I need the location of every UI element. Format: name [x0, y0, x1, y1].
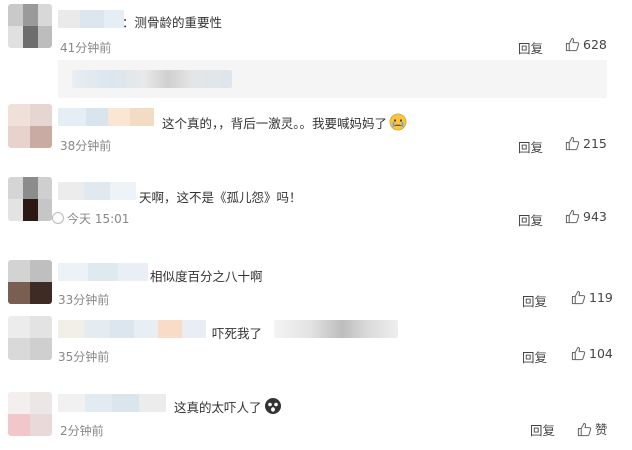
comment-text: 相似度百分之八十啊 [150, 269, 263, 284]
reply-button[interactable]: 回复 [518, 137, 543, 156]
like-button[interactable]: 628 [565, 37, 607, 52]
thumbs-up-icon [571, 346, 586, 361]
crying-emoji-icon [389, 113, 407, 131]
blurred-content [274, 320, 398, 338]
like-count: 赞 [595, 422, 608, 437]
like-count: 215 [583, 136, 607, 151]
comment-text: 吓死我了 [212, 326, 263, 341]
comment-time: 41分钟前 [60, 41, 112, 55]
reply-button[interactable]: 回复 [518, 38, 543, 57]
avatar[interactable] [8, 4, 52, 48]
comment-time: 38分钟前 [60, 139, 112, 153]
comment-time: 33分钟前 [58, 293, 110, 307]
scared-emoji-icon [264, 398, 281, 414]
avatar[interactable] [8, 177, 52, 221]
reply-button[interactable]: 回复 [518, 210, 543, 229]
username-blurred[interactable] [58, 394, 166, 412]
like-button[interactable]: 119 [571, 290, 613, 305]
reply-button[interactable]: 回复 [522, 291, 547, 310]
avatar[interactable] [8, 104, 52, 148]
like-button[interactable]: 215 [565, 136, 607, 151]
comment-5: 吓死我了 35分钟前 回复 104 [4, 312, 628, 370]
like-button[interactable]: 104 [571, 346, 613, 361]
like-count: 628 [583, 37, 607, 52]
thumbs-up-icon [565, 209, 580, 224]
username-blurred[interactable] [58, 182, 136, 200]
reply-button[interactable]: 回复 [530, 420, 555, 439]
like-button[interactable]: 赞 [577, 419, 608, 438]
like-count: 943 [583, 209, 607, 224]
avatar[interactable] [8, 392, 52, 436]
comment-4: 相似度百分之八十啊 33分钟前 回复 119 [4, 254, 628, 310]
thumbs-up-icon [571, 290, 586, 305]
reply-button[interactable]: 回复 [522, 347, 547, 366]
like-button[interactable]: 943 [565, 209, 607, 224]
thumbs-up-icon [565, 136, 580, 151]
thumbs-up-icon [577, 422, 592, 437]
clock-icon [52, 212, 64, 224]
quoted-reply-card [58, 60, 607, 98]
comment-2: 这个真的，，背后一激灵。。我要喊妈妈了 38分钟前 回复 215 [4, 100, 628, 160]
username-blurred[interactable] [58, 320, 206, 338]
comment-text: 这真的太吓人了 [174, 397, 282, 416]
avatar[interactable] [8, 316, 52, 360]
comment-1: ：测骨龄的重要性 41分钟前 回复 628 [4, 0, 628, 108]
comment-time: 今天 15:01 [52, 210, 129, 227]
like-count: 119 [589, 290, 613, 305]
comment-time: 35分钟前 [58, 350, 110, 364]
comment-6: 这真的太吓人了 2分钟前 回复 赞 [4, 384, 628, 444]
comment-text: 这个真的，，背后一激灵。。我要喊妈妈了 [162, 113, 407, 132]
username-blurred[interactable] [58, 10, 124, 28]
comment-time: 2分钟前 [60, 424, 104, 438]
comment-3: 天啊，这不是《孤儿怨》吗！ 今天 15:01 回复 943 [4, 172, 628, 242]
username-blurred[interactable] [58, 108, 154, 126]
like-count: 104 [589, 346, 613, 361]
comment-text: ：测骨龄的重要性 [122, 15, 223, 30]
username-blurred[interactable] [58, 263, 148, 281]
thumbs-up-icon [565, 37, 580, 52]
comment-text: 天啊，这不是《孤儿怨》吗！ [139, 190, 302, 205]
avatar[interactable] [8, 260, 52, 304]
